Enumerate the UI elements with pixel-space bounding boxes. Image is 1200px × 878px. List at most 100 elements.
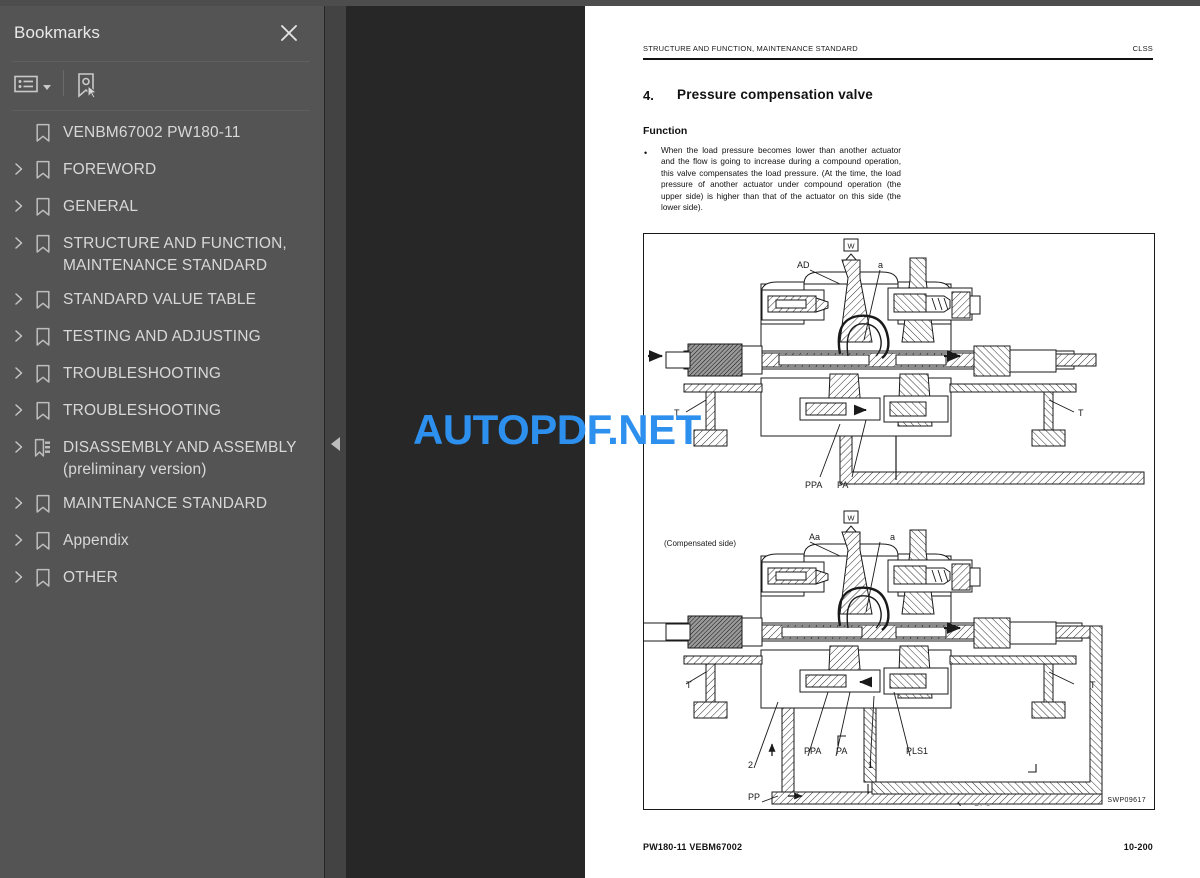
chevron-right-icon[interactable] — [8, 196, 30, 213]
footer-page-number: 10-200 — [1123, 842, 1153, 852]
bookmark-icon — [30, 233, 56, 254]
bookmark-item-label: TROUBLESHOOTING — [63, 402, 222, 419]
bookmark-item-label: TROUBLESHOOTING — [63, 365, 222, 382]
new-bookmark-button[interactable] — [74, 72, 100, 100]
label-t-right-upper: T — [1078, 408, 1084, 418]
label-a-lower: a — [890, 532, 895, 542]
bookmark-item[interactable]: STRUCTURE AND FUNCTION, MAINTENANCE STAN… — [0, 227, 324, 283]
label-ad: AD — [797, 260, 810, 270]
running-head-right: CLSS — [1132, 44, 1153, 53]
chevron-right-icon[interactable] — [8, 363, 30, 380]
toolbar-separator — [63, 70, 64, 96]
label-pa-upper: PA — [837, 480, 848, 490]
bookmark-icon — [30, 493, 56, 514]
bookmark-icon — [30, 326, 56, 347]
footer-model: PW180-11 VEBM67002 — [643, 842, 743, 852]
bookmark-item[interactable]: TESTING AND ADJUSTING — [0, 320, 324, 357]
bookmark-item-label: Appendix — [63, 532, 129, 549]
bookmark-item-label: DISASSEMBLY AND ASSEMBLY (preliminary ve… — [63, 439, 297, 478]
chevron-right-icon[interactable] — [8, 233, 30, 250]
valve-cross-section-svg: W AD a T T PPA PA W (Compensated side) A… — [644, 238, 1145, 806]
document-page: STRUCTURE AND FUNCTION, MAINTENANCE STAN… — [585, 6, 1200, 878]
bookmark-item[interactable]: OTHER — [0, 561, 324, 598]
figure-hydraulic-diagram: W AD a T T PPA PA W (Compensated side) A… — [643, 233, 1155, 810]
close-icon[interactable] — [278, 22, 300, 44]
bookmark-item-label: OTHER — [63, 569, 118, 586]
bookmark-item[interactable]: TROUBLESHOOTING — [0, 357, 324, 394]
bookmark-item-label: STRUCTURE AND FUNCTION, MAINTENANCE STAN… — [63, 235, 287, 274]
pdf-viewer-window: Bookmarks VENBM67002 PW180-11 FOREWORD G… — [0, 0, 1200, 878]
bookmark-icon — [30, 289, 56, 310]
figure-code: SWP09617 — [1107, 797, 1146, 804]
svg-text:W: W — [847, 514, 855, 523]
bookmark-item-label: FOREWORD — [63, 161, 157, 178]
label-pa-lower: PA — [836, 746, 847, 756]
bookmark-item[interactable]: MAINTENANCE STANDARD — [0, 487, 324, 524]
label-t-left-lower: T — [686, 680, 692, 690]
bookmark-item[interactable]: STANDARD VALUE TABLE — [0, 283, 324, 320]
bookmark-icon — [30, 196, 56, 217]
bullet-marker: • — [644, 148, 648, 158]
label-pls: PLS — [974, 804, 991, 806]
page-footer: PW180-11 VEBM67002 10-200 — [643, 842, 1153, 852]
sidebar-collapse-handle[interactable] — [325, 6, 346, 878]
bookmark-icon — [30, 400, 56, 421]
new-bookmark-icon — [74, 73, 100, 104]
chevron-right-icon[interactable] — [8, 493, 30, 510]
label-1: 1 — [868, 760, 873, 770]
label-aa: Aa — [809, 532, 820, 542]
page-content: STRUCTURE AND FUNCTION, MAINTENANCE STAN… — [585, 6, 1200, 878]
bookmark-icon — [30, 122, 56, 143]
label-t-right-lower: T — [1090, 680, 1096, 690]
sidebar-header: Bookmarks — [0, 6, 324, 61]
bookmark-item[interactable]: FOREWORD — [0, 153, 324, 190]
toolbar-divider — [12, 110, 310, 111]
document-viewer[interactable]: STRUCTURE AND FUNCTION, MAINTENANCE STAN… — [346, 6, 1200, 878]
chevron-right-icon[interactable] — [8, 289, 30, 306]
chevron-right-icon[interactable] — [8, 400, 30, 417]
bookmark-item-label: TESTING AND ADJUSTING — [63, 328, 261, 345]
sidebar-title: Bookmarks — [14, 23, 100, 42]
section-number: 4. — [643, 88, 654, 103]
label-ppa-upper: PPA — [805, 480, 822, 490]
label-compensated-side: (Compensated side) — [664, 539, 736, 548]
bookmark-item-label: MAINTENANCE STANDARD — [63, 495, 268, 512]
label-pp: PP — [748, 792, 760, 802]
structured-bookmark-icon — [30, 437, 56, 458]
bookmark-item-label: VENBM67002 PW180-11 — [63, 124, 241, 141]
bookmark-item[interactable]: TROUBLESHOOTING — [0, 394, 324, 431]
bookmark-icon — [30, 530, 56, 551]
bookmark-item-label: GENERAL — [63, 198, 139, 215]
bookmark-icon — [30, 363, 56, 384]
body-paragraph: When the load pressure becomes lower tha… — [661, 146, 901, 213]
label-a-upper: a — [878, 260, 883, 270]
bookmark-icon — [30, 159, 56, 180]
bookmark-item[interactable]: Appendix — [0, 524, 324, 561]
bookmark-list[interactable]: VENBM67002 PW180-11 FOREWORD GENERAL STRUCT… — [0, 116, 324, 878]
sidebar-toolbar — [0, 62, 324, 110]
chevron-right-icon[interactable] — [8, 567, 30, 584]
subheading-function: Function — [643, 125, 688, 137]
chevron-right-icon[interactable] — [8, 159, 30, 176]
page-title: Pressure compensation valve — [677, 87, 873, 102]
bookmark-icon — [30, 567, 56, 588]
bookmark-item[interactable]: DISASSEMBLY AND ASSEMBLY (preliminary ve… — [0, 431, 324, 487]
bookmark-item[interactable]: VENBM67002 PW180-11 — [0, 116, 324, 153]
chevron-right-icon[interactable] — [8, 530, 30, 547]
list-options-button[interactable] — [14, 74, 51, 99]
header-rule — [643, 58, 1153, 60]
label-t-left-upper: T — [674, 408, 680, 418]
chevron-right-icon[interactable] — [8, 437, 30, 454]
bookmarks-sidebar: Bookmarks VENBM67002 PW180-11 FOREWORD G… — [0, 6, 324, 878]
running-head-left: STRUCTURE AND FUNCTION, MAINTENANCE STAN… — [643, 44, 858, 53]
bookmark-item-label: STANDARD VALUE TABLE — [63, 291, 257, 308]
svg-text:W: W — [847, 242, 855, 251]
chevron-down-icon — [43, 85, 51, 90]
page-running-head: STRUCTURE AND FUNCTION, MAINTENANCE STAN… — [643, 44, 1153, 53]
chevron-right-icon[interactable] — [8, 326, 30, 343]
label-ppa-lower: PPA — [804, 746, 821, 756]
twisty-placeholder — [8, 122, 30, 125]
label-pls1: PLS1 — [906, 746, 928, 756]
bookmark-item[interactable]: GENERAL — [0, 190, 324, 227]
label-2: 2 — [748, 760, 753, 770]
